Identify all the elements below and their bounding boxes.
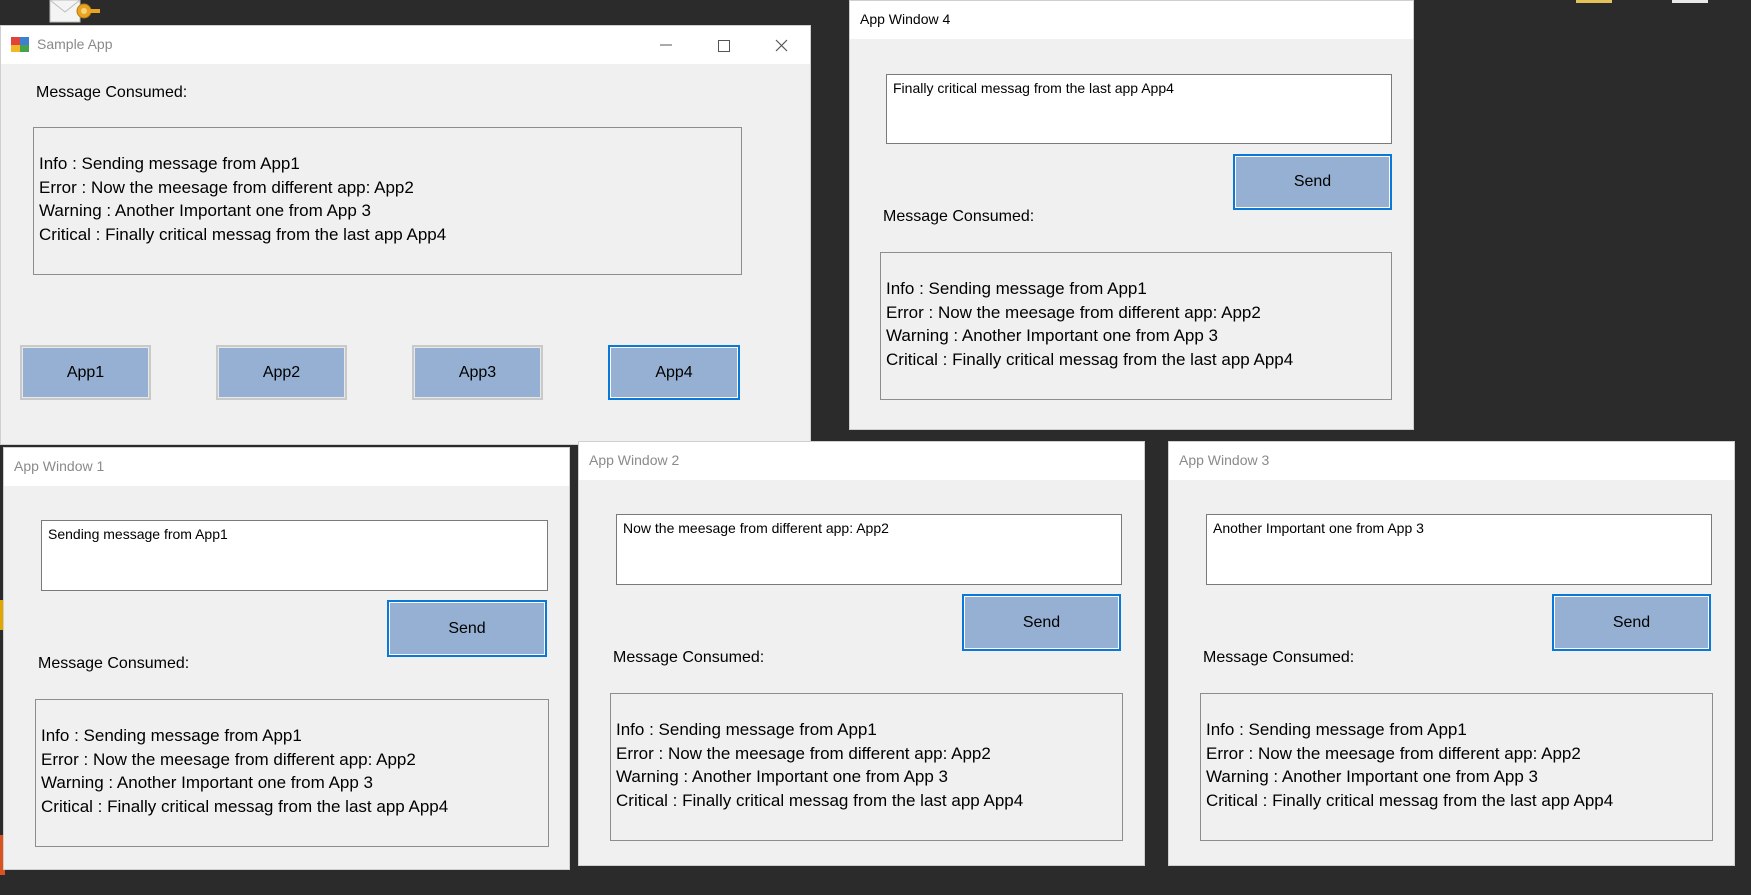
message-line: Warning : Another Important one from App… [1206, 767, 1538, 787]
send-button[interactable]: Send [962, 594, 1121, 651]
app-window-3-title: App Window 3 [1179, 452, 1270, 468]
message-consumed-label: Message Consumed: [38, 655, 190, 672]
app-window-3-titlebar[interactable]: App Window 3 [1169, 442, 1734, 480]
message-consumed-box: Info : Sending message from App1 Error :… [610, 693, 1123, 841]
message-line: Warning : Another Important one from App… [41, 773, 373, 793]
send-button[interactable]: Send [1552, 594, 1711, 651]
message-line: Info : Sending message from App1 [616, 720, 877, 739]
message-line: Critical : Finally critical messag from … [886, 349, 1294, 369]
message-consumed-label: Message Consumed: [1203, 649, 1355, 666]
message-line: Error : Now the meesage from different a… [886, 302, 1261, 322]
sample-app-titlebar[interactable]: Sample App [1, 26, 810, 64]
message-line: Error : Now the meesage from different a… [41, 749, 416, 769]
app-window-4-title: App Window 4 [860, 11, 951, 27]
message-consumed-box: Info : Sending message from App1 Error :… [35, 699, 549, 847]
message-line: Info : Sending message from App1 [886, 279, 1147, 298]
message-consumed-box: Info : Sending message from App1 Error :… [33, 127, 742, 275]
message-line: Info : Sending message from App1 [41, 726, 302, 745]
app-window-4: App Window 4 Finally critical messag fro… [849, 0, 1414, 430]
desktop-icon-fragment [1576, 0, 1612, 3]
maximize-icon [718, 40, 730, 52]
message-line: Critical : Finally critical messag from … [41, 796, 449, 816]
app-window-4-titlebar[interactable]: App Window 4 [850, 1, 1413, 39]
mail-key-icon[interactable] [48, 0, 108, 24]
app-window-2-titlebar[interactable]: App Window 2 [579, 442, 1144, 480]
message-input[interactable]: Finally critical messag from the last ap… [886, 74, 1392, 144]
app3-button[interactable]: App3 [412, 345, 543, 400]
minimize-icon [660, 44, 672, 46]
app-window-1: App Window 1 Sending message from App1 S… [3, 447, 570, 870]
close-button[interactable] [753, 26, 811, 64]
app2-button[interactable]: App2 [216, 345, 347, 400]
message-input[interactable]: Now the meesage from different app: App2 [616, 514, 1122, 585]
app-window-2-title: App Window 2 [589, 452, 680, 468]
sample-app-title: Sample App [37, 36, 113, 52]
message-consumed-label: Message Consumed: [613, 649, 765, 666]
message-line: Warning : Another Important one from App… [886, 326, 1218, 346]
desktop-icon-fragment [1672, 0, 1708, 3]
sample-app-window: Sample App Message Consumed: Info : Send… [0, 25, 811, 445]
message-line: Error : Now the meesage from different a… [1206, 743, 1581, 763]
message-line: Critical : Finally critical messag from … [39, 224, 447, 244]
send-button[interactable]: Send [1233, 154, 1392, 210]
message-consumed-box: Info : Sending message from App1 Error :… [880, 252, 1392, 400]
message-consumed-label: Message Consumed: [36, 84, 188, 101]
message-line: Error : Now the meesage from different a… [39, 177, 414, 197]
message-line: Critical : Finally critical messag from … [1206, 790, 1614, 810]
app1-button[interactable]: App1 [20, 345, 151, 400]
app-window-1-title: App Window 1 [14, 458, 105, 474]
maximize-button[interactable] [695, 26, 753, 64]
message-line: Info : Sending message from App1 [39, 154, 300, 173]
message-consumed-label: Message Consumed: [883, 208, 1035, 225]
message-line: Critical : Finally critical messag from … [616, 790, 1024, 810]
message-input[interactable]: Sending message from App1 [41, 520, 548, 591]
app-window-3: App Window 3 Another Important one from … [1168, 441, 1735, 866]
close-icon [775, 39, 788, 52]
message-line: Warning : Another Important one from App… [616, 767, 948, 787]
app-window-icon [11, 36, 29, 52]
message-line: Warning : Another Important one from App… [39, 201, 371, 221]
minimize-button[interactable] [637, 26, 695, 64]
message-input[interactable]: Another Important one from App 3 [1206, 514, 1712, 585]
app-window-2: App Window 2 Now the meesage from differ… [578, 441, 1145, 866]
message-line: Info : Sending message from App1 [1206, 720, 1467, 739]
message-consumed-box: Info : Sending message from App1 Error :… [1200, 693, 1713, 841]
message-line: Error : Now the meesage from different a… [616, 743, 991, 763]
send-button[interactable]: Send [387, 600, 547, 657]
app4-button[interactable]: App4 [608, 345, 740, 400]
app-window-1-titlebar[interactable]: App Window 1 [4, 448, 569, 486]
